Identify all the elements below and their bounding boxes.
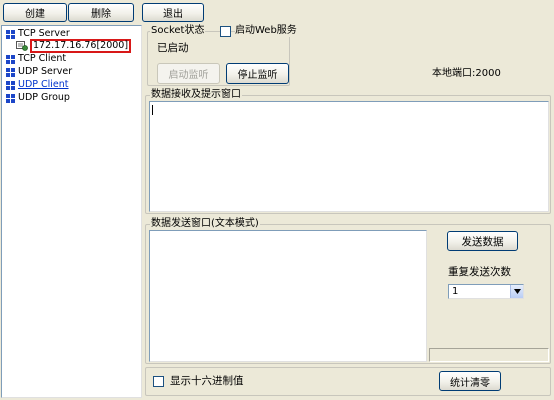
show-hex-checkbox[interactable]: [153, 376, 164, 387]
socket-status-value: 已启动: [157, 42, 189, 54]
exit-button[interactable]: 退出: [142, 3, 204, 22]
create-button[interactable]: 创建: [3, 3, 67, 22]
network-group-icon: [6, 67, 15, 77]
repeat-count-select[interactable]: 1: [448, 284, 524, 299]
tree-item-tcp-client[interactable]: TCP Client: [6, 53, 66, 65]
repeat-count-value: 1: [452, 286, 459, 297]
web-service-checkbox[interactable]: [220, 26, 231, 37]
chevron-down-icon[interactable]: [510, 285, 523, 298]
tree-item-udp-group[interactable]: UDP Group: [6, 92, 70, 104]
send-title: 数据发送窗口(文本模式): [150, 218, 260, 229]
local-port-label: 本地端口:2000: [432, 68, 501, 79]
web-service-label: 启动Web服务: [235, 25, 299, 37]
delete-button[interactable]: 删除: [68, 3, 134, 22]
network-group-icon: [6, 54, 15, 64]
network-group-icon: [6, 93, 15, 103]
tree-item-label: TCP Client: [18, 53, 67, 64]
repeat-count-label: 重复发送次数: [448, 266, 511, 278]
tree-item-label: 172.17.16.76[2000]: [30, 39, 132, 53]
tree-item-label: UDP Client: [18, 79, 69, 90]
text-cursor: [152, 105, 153, 115]
receive-textarea[interactable]: [149, 101, 549, 212]
tree-item-udp-server[interactable]: UDP Server: [6, 66, 72, 78]
start-listen-button[interactable]: 启动监听: [157, 63, 220, 84]
connection-icon: [16, 41, 28, 51]
network-group-icon: [6, 29, 15, 39]
tree-item-label: UDP Group: [18, 92, 70, 103]
network-group-icon: [6, 80, 15, 90]
send-data-button[interactable]: 发送数据: [447, 231, 518, 251]
stop-listen-button[interactable]: 停止监听: [226, 63, 289, 84]
show-hex-label: 显示十六进制值: [170, 375, 244, 387]
tree-item-connection[interactable]: 172.17.16.76[2000]: [16, 39, 132, 53]
send-status-bar: [429, 348, 549, 362]
receive-title: 数据接收及提示窗口: [150, 89, 242, 100]
tree-item-udp-client[interactable]: UDP Client: [6, 79, 69, 91]
reset-stats-button[interactable]: 统计清零: [439, 371, 501, 391]
tree-item-label: UDP Server: [18, 66, 73, 77]
send-textarea[interactable]: [149, 230, 427, 362]
connection-tree[interactable]: TCP Server 172.17.16.76[2000] TCP Client…: [1, 25, 142, 398]
socket-status-title: Socket状态: [150, 25, 206, 36]
